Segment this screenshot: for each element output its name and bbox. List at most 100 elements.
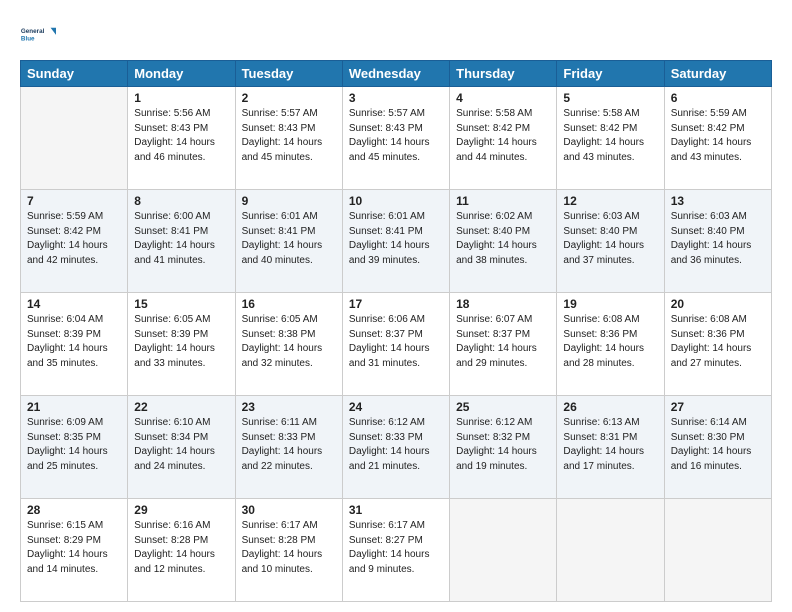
calendar-day-cell: 16 Sunrise: 6:05 AMSunset: 8:38 PMDaylig… (235, 293, 342, 396)
calendar-day-cell (557, 499, 664, 602)
calendar-day-cell: 15 Sunrise: 6:05 AMSunset: 8:39 PMDaylig… (128, 293, 235, 396)
day-number: 7 (27, 194, 121, 208)
day-number: 1 (134, 91, 228, 105)
calendar-week-row: 1 Sunrise: 5:56 AMSunset: 8:43 PMDayligh… (21, 87, 772, 190)
calendar-day-cell: 28 Sunrise: 6:15 AMSunset: 8:29 PMDaylig… (21, 499, 128, 602)
logo: GeneralBlue (20, 16, 56, 52)
day-number: 6 (671, 91, 765, 105)
day-info: Sunrise: 6:12 AMSunset: 8:32 PMDaylight:… (456, 417, 537, 472)
day-number: 31 (349, 503, 443, 517)
svg-text:General: General (21, 28, 45, 35)
calendar-header-monday: Monday (128, 61, 235, 87)
calendar-day-cell: 2 Sunrise: 5:57 AMSunset: 8:43 PMDayligh… (235, 87, 342, 190)
calendar-day-cell: 23 Sunrise: 6:11 AMSunset: 8:33 PMDaylig… (235, 396, 342, 499)
calendar-day-cell: 17 Sunrise: 6:06 AMSunset: 8:37 PMDaylig… (342, 293, 449, 396)
calendar-day-cell: 24 Sunrise: 6:12 AMSunset: 8:33 PMDaylig… (342, 396, 449, 499)
day-info: Sunrise: 5:59 AMSunset: 8:42 PMDaylight:… (27, 211, 108, 266)
calendar-day-cell: 22 Sunrise: 6:10 AMSunset: 8:34 PMDaylig… (128, 396, 235, 499)
day-info: Sunrise: 6:03 AMSunset: 8:40 PMDaylight:… (671, 211, 752, 266)
day-number: 14 (27, 297, 121, 311)
day-info: Sunrise: 6:02 AMSunset: 8:40 PMDaylight:… (456, 211, 537, 266)
day-number: 18 (456, 297, 550, 311)
calendar-day-cell: 5 Sunrise: 5:58 AMSunset: 8:42 PMDayligh… (557, 87, 664, 190)
calendar-week-row: 21 Sunrise: 6:09 AMSunset: 8:35 PMDaylig… (21, 396, 772, 499)
day-number: 21 (27, 400, 121, 414)
calendar-day-cell: 21 Sunrise: 6:09 AMSunset: 8:35 PMDaylig… (21, 396, 128, 499)
day-info: Sunrise: 6:05 AMSunset: 8:38 PMDaylight:… (242, 314, 323, 369)
calendar-day-cell: 8 Sunrise: 6:00 AMSunset: 8:41 PMDayligh… (128, 190, 235, 293)
day-info: Sunrise: 5:57 AMSunset: 8:43 PMDaylight:… (349, 108, 430, 163)
calendar-day-cell: 13 Sunrise: 6:03 AMSunset: 8:40 PMDaylig… (664, 190, 771, 293)
day-number: 10 (349, 194, 443, 208)
calendar-day-cell: 3 Sunrise: 5:57 AMSunset: 8:43 PMDayligh… (342, 87, 449, 190)
calendar-day-cell: 31 Sunrise: 6:17 AMSunset: 8:27 PMDaylig… (342, 499, 449, 602)
calendar-week-row: 28 Sunrise: 6:15 AMSunset: 8:29 PMDaylig… (21, 499, 772, 602)
day-number: 25 (456, 400, 550, 414)
calendar-day-cell: 4 Sunrise: 5:58 AMSunset: 8:42 PMDayligh… (450, 87, 557, 190)
logo-icon: GeneralBlue (20, 16, 56, 52)
day-number: 12 (563, 194, 657, 208)
day-info: Sunrise: 6:10 AMSunset: 8:34 PMDaylight:… (134, 417, 215, 472)
day-info: Sunrise: 6:06 AMSunset: 8:37 PMDaylight:… (349, 314, 430, 369)
calendar-table: SundayMondayTuesdayWednesdayThursdayFrid… (20, 60, 772, 602)
day-number: 11 (456, 194, 550, 208)
day-number: 13 (671, 194, 765, 208)
day-number: 4 (456, 91, 550, 105)
calendar-day-cell: 30 Sunrise: 6:17 AMSunset: 8:28 PMDaylig… (235, 499, 342, 602)
calendar-header-thursday: Thursday (450, 61, 557, 87)
day-number: 22 (134, 400, 228, 414)
day-number: 5 (563, 91, 657, 105)
calendar-week-row: 7 Sunrise: 5:59 AMSunset: 8:42 PMDayligh… (21, 190, 772, 293)
day-info: Sunrise: 6:05 AMSunset: 8:39 PMDaylight:… (134, 314, 215, 369)
calendar-header-friday: Friday (557, 61, 664, 87)
day-info: Sunrise: 5:56 AMSunset: 8:43 PMDaylight:… (134, 108, 215, 163)
day-info: Sunrise: 6:08 AMSunset: 8:36 PMDaylight:… (671, 314, 752, 369)
calendar-week-row: 14 Sunrise: 6:04 AMSunset: 8:39 PMDaylig… (21, 293, 772, 396)
day-info: Sunrise: 6:11 AMSunset: 8:33 PMDaylight:… (242, 417, 323, 472)
day-info: Sunrise: 6:12 AMSunset: 8:33 PMDaylight:… (349, 417, 430, 472)
day-number: 8 (134, 194, 228, 208)
day-info: Sunrise: 6:07 AMSunset: 8:37 PMDaylight:… (456, 314, 537, 369)
day-number: 9 (242, 194, 336, 208)
calendar-header-tuesday: Tuesday (235, 61, 342, 87)
calendar-day-cell: 20 Sunrise: 6:08 AMSunset: 8:36 PMDaylig… (664, 293, 771, 396)
day-info: Sunrise: 6:17 AMSunset: 8:28 PMDaylight:… (242, 520, 323, 575)
calendar-day-cell: 11 Sunrise: 6:02 AMSunset: 8:40 PMDaylig… (450, 190, 557, 293)
calendar-day-cell (450, 499, 557, 602)
calendar-day-cell: 12 Sunrise: 6:03 AMSunset: 8:40 PMDaylig… (557, 190, 664, 293)
day-number: 26 (563, 400, 657, 414)
day-number: 24 (349, 400, 443, 414)
day-number: 15 (134, 297, 228, 311)
calendar-day-cell: 29 Sunrise: 6:16 AMSunset: 8:28 PMDaylig… (128, 499, 235, 602)
day-number: 2 (242, 91, 336, 105)
day-number: 16 (242, 297, 336, 311)
calendar-header-saturday: Saturday (664, 61, 771, 87)
day-number: 23 (242, 400, 336, 414)
day-info: Sunrise: 5:58 AMSunset: 8:42 PMDaylight:… (563, 108, 644, 163)
calendar-day-cell: 10 Sunrise: 6:01 AMSunset: 8:41 PMDaylig… (342, 190, 449, 293)
day-number: 27 (671, 400, 765, 414)
svg-text:Blue: Blue (21, 35, 35, 42)
day-number: 17 (349, 297, 443, 311)
day-info: Sunrise: 5:59 AMSunset: 8:42 PMDaylight:… (671, 108, 752, 163)
day-info: Sunrise: 6:14 AMSunset: 8:30 PMDaylight:… (671, 417, 752, 472)
day-number: 3 (349, 91, 443, 105)
day-info: Sunrise: 6:17 AMSunset: 8:27 PMDaylight:… (349, 520, 430, 575)
day-info: Sunrise: 6:08 AMSunset: 8:36 PMDaylight:… (563, 314, 644, 369)
calendar-day-cell: 26 Sunrise: 6:13 AMSunset: 8:31 PMDaylig… (557, 396, 664, 499)
calendar-day-cell (664, 499, 771, 602)
page: GeneralBlue SundayMondayTuesdayWednesday… (0, 0, 792, 612)
day-number: 29 (134, 503, 228, 517)
calendar-day-cell: 7 Sunrise: 5:59 AMSunset: 8:42 PMDayligh… (21, 190, 128, 293)
day-info: Sunrise: 6:09 AMSunset: 8:35 PMDaylight:… (27, 417, 108, 472)
day-info: Sunrise: 5:57 AMSunset: 8:43 PMDaylight:… (242, 108, 323, 163)
calendar-header-wednesday: Wednesday (342, 61, 449, 87)
calendar-day-cell: 9 Sunrise: 6:01 AMSunset: 8:41 PMDayligh… (235, 190, 342, 293)
day-number: 30 (242, 503, 336, 517)
calendar-day-cell: 19 Sunrise: 6:08 AMSunset: 8:36 PMDaylig… (557, 293, 664, 396)
calendar-header-sunday: Sunday (21, 61, 128, 87)
day-number: 20 (671, 297, 765, 311)
day-info: Sunrise: 6:16 AMSunset: 8:28 PMDaylight:… (134, 520, 215, 575)
day-info: Sunrise: 6:13 AMSunset: 8:31 PMDaylight:… (563, 417, 644, 472)
day-info: Sunrise: 5:58 AMSunset: 8:42 PMDaylight:… (456, 108, 537, 163)
